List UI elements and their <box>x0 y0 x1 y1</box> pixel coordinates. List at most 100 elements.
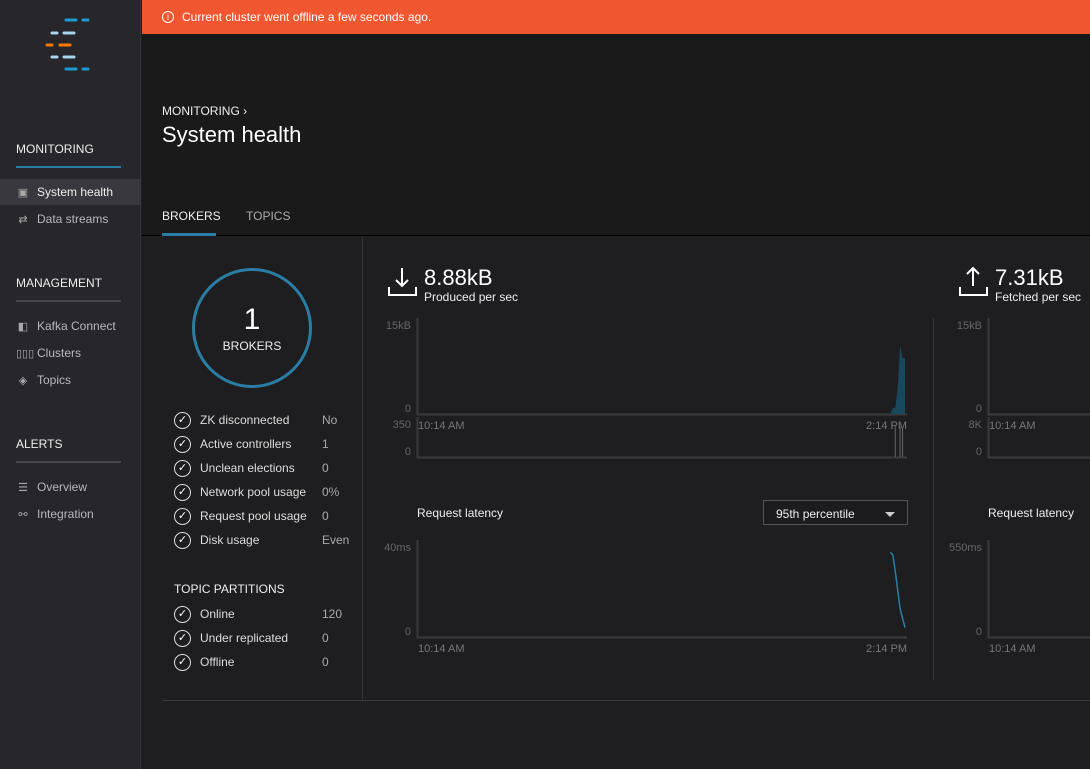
arrows-icon: ⇄ <box>18 213 28 226</box>
status-label: Online <box>200 607 235 621</box>
status-label: Unclean elections <box>200 461 295 475</box>
divider <box>162 700 1090 701</box>
partition-row: ✓ Online 120 <box>174 604 354 624</box>
check-circle-icon: ✓ <box>174 483 191 501</box>
x-tick-start: 10:14 AM <box>418 643 465 655</box>
y-tick-zero: 0 <box>975 446 982 458</box>
y-tick-zero: 0 <box>975 626 982 638</box>
tab-brokers[interactable]: BROKERS <box>162 209 221 223</box>
integration-icon: ⚯ <box>18 508 28 521</box>
sidebar-item-topics[interactable]: ◈ Topics <box>0 367 141 393</box>
area-series <box>417 345 905 414</box>
status-row: ✓ Active controllers 1 <box>174 434 354 454</box>
percentile-select[interactable]: 95th percentile <box>763 500 908 525</box>
label: Data streams <box>37 212 109 226</box>
label: Kafka Connect <box>37 319 116 333</box>
y-tick-zero: 0 <box>404 446 411 458</box>
x-tick-end: 2:14 PM <box>866 643 907 655</box>
check-circle-icon: ✓ <box>174 459 191 477</box>
logo-icon <box>45 18 90 71</box>
divider <box>362 237 363 700</box>
produced-latency-chart <box>416 540 907 639</box>
brokers-label: BROKERS <box>222 339 282 353</box>
status-value: 0 <box>322 655 329 669</box>
banner-text: Current cluster went offline a few secon… <box>182 10 432 24</box>
label: System health <box>37 185 114 199</box>
label: Overview <box>37 480 88 494</box>
line-series <box>889 551 906 628</box>
divider <box>933 318 934 680</box>
status-label: Under replicated <box>200 631 289 645</box>
request-latency-label-fetched: Request latency <box>988 506 1075 520</box>
produced-requests-chart <box>416 417 907 459</box>
status-value: 0% <box>322 485 340 499</box>
check-circle-icon: ✓ <box>174 629 191 647</box>
section-management: MANAGEMENT <box>16 276 103 290</box>
chevron-right-icon: › <box>243 104 248 118</box>
status-row: ✓ Request pool usage 0 <box>174 506 354 526</box>
label: Integration <box>37 507 94 521</box>
brokers-count: 1 <box>243 303 261 336</box>
download-icon <box>388 268 417 296</box>
sidebar-item-clusters[interactable]: ▯▯▯ Clusters <box>0 340 141 366</box>
check-circle-icon: ✓ <box>174 653 191 671</box>
status-row: ✓ Disk usage Even <box>174 530 354 550</box>
tab-topics[interactable]: TOPICS <box>246 209 290 223</box>
x-tick-start: 10:14 AM <box>989 643 1036 655</box>
axis <box>416 417 907 459</box>
status-value: 0 <box>322 631 329 645</box>
produced-label: Produced per sec <box>424 290 519 304</box>
request-latency-label: Request latency <box>417 506 504 520</box>
section-alerts: ALERTS <box>16 437 63 451</box>
label: Clusters <box>37 346 82 360</box>
info-icon: i <box>162 11 174 23</box>
sidebar: MONITORING ▣ System health ⇄ Data streams … <box>0 0 141 769</box>
clusters-icon: ▯▯▯ <box>16 347 35 360</box>
fetched-value: 7.31kB <box>995 265 1064 290</box>
fetched-latency-chart <box>987 540 1090 639</box>
y-tick-zero: 0 <box>975 403 982 415</box>
status-label: Offline <box>200 655 235 669</box>
topic-partitions-title: TOPIC PARTITIONS <box>174 582 285 596</box>
check-circle-icon: ✓ <box>174 435 191 453</box>
active-tab-indicator <box>162 233 216 236</box>
axis <box>987 318 1090 416</box>
axis <box>416 540 907 639</box>
produced-bytes-chart <box>416 318 907 416</box>
axis <box>987 540 1090 639</box>
section-monitoring: MONITORING <box>16 142 94 156</box>
y-tick-max: 550ms <box>948 542 982 554</box>
y-tick-max: 8K <box>968 419 982 431</box>
breadcrumb[interactable]: MONITORING › <box>162 104 247 118</box>
page-title: System health <box>162 122 302 147</box>
connect-icon: ◧ <box>17 320 29 333</box>
check-circle-icon: ✓ <box>174 411 191 429</box>
produced-value: 8.88kB <box>424 265 493 290</box>
axis <box>987 417 1090 459</box>
menu-icon: ☰ <box>18 481 28 494</box>
status-value: Even <box>322 533 350 547</box>
caret-down-icon <box>885 512 895 517</box>
sidebar-item-overview[interactable]: ☰ Overview <box>0 474 141 500</box>
sidebar-item-kafka-connect[interactable]: ◧ Kafka Connect <box>0 313 141 339</box>
status-label: Disk usage <box>200 533 260 547</box>
fetched-requests-chart <box>987 417 1090 459</box>
partition-row: ✓ Under replicated 0 <box>174 628 354 648</box>
y-tick-max: 15kB <box>956 320 982 332</box>
sidebar-item-integration[interactable]: ⚯ Integration <box>0 501 141 527</box>
sidebar-item-data-streams[interactable]: ⇄ Data streams <box>0 206 141 232</box>
label: Topics <box>37 373 72 387</box>
status-label: Active controllers <box>200 437 292 451</box>
divider <box>16 300 121 302</box>
divider <box>16 461 121 463</box>
status-label: Request pool usage <box>200 509 307 523</box>
percentile-select-value: 95th percentile <box>776 507 855 521</box>
breadcrumb-monitoring[interactable]: MONITORING <box>162 104 240 118</box>
status-row: ✓ Unclean elections 0 <box>174 458 354 478</box>
layers-icon: ◈ <box>18 374 28 387</box>
status-value: 0 <box>322 461 329 475</box>
status-value: 1 <box>322 437 329 451</box>
status-label: ZK disconnected <box>200 413 290 427</box>
sidebar-item-system-health[interactable]: ▣ System health <box>0 179 141 205</box>
status-row: ✓ ZK disconnected No <box>174 410 354 430</box>
